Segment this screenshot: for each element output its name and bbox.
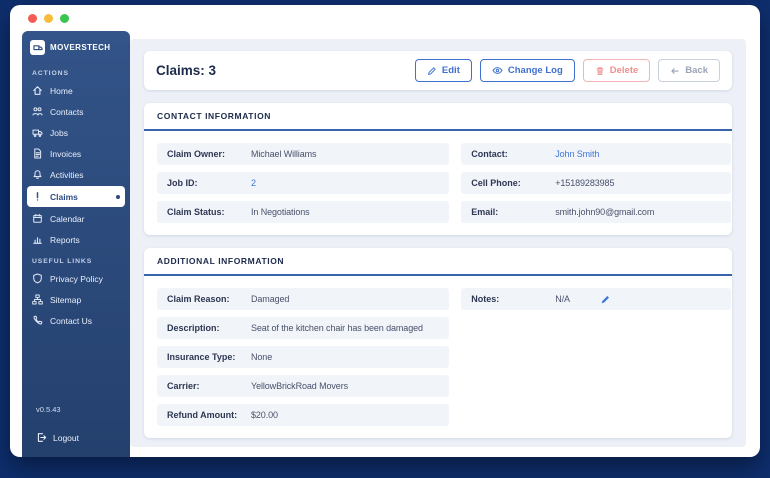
- notes-value: N/A: [555, 294, 570, 304]
- sidebar-item-home[interactable]: Home: [22, 80, 130, 101]
- page-title: Claims: 3: [156, 63, 217, 78]
- change-log-button[interactable]: Change Log: [479, 59, 575, 82]
- app-window: MOVERSTECH ACTIONS Home Contacts Jobs In…: [10, 5, 760, 457]
- bar-chart-icon: [33, 237, 42, 244]
- contact-information-title: CONTACT INFORMATION: [144, 103, 732, 131]
- contact-information-body: Claim Owner: Michael Williams Job ID: 2 …: [144, 131, 732, 235]
- back-arrow-icon: [671, 67, 679, 74]
- home-icon: [33, 86, 42, 95]
- exclamation-icon: [36, 191, 39, 201]
- sidebar-item-calendar[interactable]: Calendar: [22, 208, 130, 229]
- header-actions: Edit Change Log Delete Back: [414, 59, 720, 82]
- truck-icon: [32, 129, 43, 138]
- main-content: Claims: 3 Edit Change Log Delete Back CO…: [130, 39, 746, 447]
- additional-info-right-column: Notes: N/A: [461, 288, 731, 317]
- claim-status-value: In Negotiations: [251, 207, 310, 217]
- maximize-window-button[interactable]: [60, 13, 69, 23]
- sidebar-item-invoices[interactable]: Invoices: [22, 143, 130, 164]
- back-button[interactable]: Back: [658, 59, 720, 82]
- contact-info-left-column: Claim Owner: Michael Williams Job ID: 2 …: [157, 143, 450, 230]
- window-body: MOVERSTECH ACTIONS Home Contacts Jobs In…: [10, 31, 760, 457]
- minimize-window-button[interactable]: [44, 13, 53, 23]
- email-value: smith.john90@gmail.com: [555, 207, 655, 217]
- close-window-button[interactable]: [28, 13, 37, 23]
- trash-icon: [596, 66, 604, 75]
- sidebar-item-contacts[interactable]: Contacts: [22, 101, 130, 122]
- sidebar-footer: v0.5.43 Logout: [22, 405, 130, 457]
- job-id-link[interactable]: 2: [251, 178, 256, 188]
- sidebar-section-useful-links: USEFUL LINKS: [32, 258, 93, 265]
- logout-button[interactable]: Logout: [22, 424, 130, 457]
- claim-reason-row: Claim Reason: Damaged: [157, 288, 450, 310]
- bell-icon: [33, 170, 42, 179]
- additional-information-card: ADDITIONAL INFORMATION Claim Reason: Dam…: [144, 248, 732, 438]
- additional-information-body: Claim Reason: Damaged Description: Seat …: [144, 276, 732, 438]
- insurance-type-row: Insurance Type: None: [157, 346, 450, 368]
- sitemap-icon: [32, 294, 43, 305]
- contact-info-right-column: Contact: John Smith Cell Phone: +1518928…: [461, 143, 731, 230]
- cell-phone-row: Cell Phone: +15189283985: [461, 172, 731, 194]
- contact-link[interactable]: John Smith: [555, 149, 599, 159]
- sidebar-item-activities[interactable]: Activities: [22, 164, 130, 185]
- calendar-icon: [33, 213, 42, 223]
- logout-icon: [37, 433, 47, 442]
- notes-row: Notes: N/A: [461, 288, 731, 310]
- insurance-type-value: None: [251, 352, 273, 362]
- claim-owner-row: Claim Owner: Michael Williams: [157, 143, 450, 165]
- cell-phone-value: +15189283985: [555, 178, 615, 188]
- sidebar-item-reports[interactable]: Reports: [22, 229, 130, 250]
- sidebar-item-sitemap[interactable]: Sitemap: [22, 289, 130, 310]
- refund-amount-value: $20.00: [251, 410, 278, 420]
- sidebar-item-privacy-policy[interactable]: Privacy Policy: [22, 268, 130, 289]
- sidebar-section-actions: ACTIONS: [32, 70, 69, 77]
- edit-button[interactable]: Edit: [414, 59, 472, 82]
- shield-icon: [33, 273, 42, 284]
- eye-icon: [492, 67, 503, 74]
- logo-truck-icon: [30, 40, 45, 55]
- carrier-row: Carrier: YellowBrickRoad Movers: [157, 375, 450, 397]
- sidebar-item-contact-us[interactable]: Contact Us: [22, 310, 130, 331]
- invoice-icon: [34, 148, 42, 159]
- active-indicator-dot: [116, 194, 120, 199]
- window-titlebar: [10, 5, 760, 31]
- carrier-value: YellowBrickRoad Movers: [251, 381, 349, 391]
- app-version: v0.5.43: [36, 405, 61, 414]
- additional-information-title: ADDITIONAL INFORMATION: [144, 248, 732, 276]
- sidebar-item-claims[interactable]: Claims: [27, 186, 125, 207]
- email-row: Email: smith.john90@gmail.com: [461, 201, 731, 223]
- job-id-row: Job ID: 2: [157, 172, 450, 194]
- claim-owner-value: Michael Williams: [251, 149, 317, 159]
- additional-info-left-column: Claim Reason: Damaged Description: Seat …: [157, 288, 450, 433]
- description-row: Description: Seat of the kitchen chair h…: [157, 317, 450, 339]
- delete-button[interactable]: Delete: [582, 59, 651, 82]
- claim-status-row: Claim Status: In Negotiations: [157, 201, 450, 223]
- claim-reason-value: Damaged: [251, 294, 290, 304]
- contacts-icon: [32, 107, 43, 116]
- contact-information-card: CONTACT INFORMATION Claim Owner: Michael…: [144, 103, 732, 235]
- phone-icon: [33, 315, 43, 325]
- page-header: Claims: 3 Edit Change Log Delete Back: [144, 51, 732, 90]
- contact-row: Contact: John Smith: [461, 143, 731, 165]
- sidebar-item-jobs[interactable]: Jobs: [22, 122, 130, 143]
- edit-notes-icon[interactable]: [600, 294, 611, 305]
- sidebar: MOVERSTECH ACTIONS Home Contacts Jobs In…: [22, 31, 130, 457]
- description-value: Seat of the kitchen chair has been damag…: [251, 323, 423, 333]
- app-logo: MOVERSTECH: [22, 31, 130, 62]
- refund-amount-row: Refund Amount: $20.00: [157, 404, 450, 426]
- pencil-icon: [427, 66, 436, 75]
- logo-text: MOVERSTECH: [50, 43, 111, 52]
